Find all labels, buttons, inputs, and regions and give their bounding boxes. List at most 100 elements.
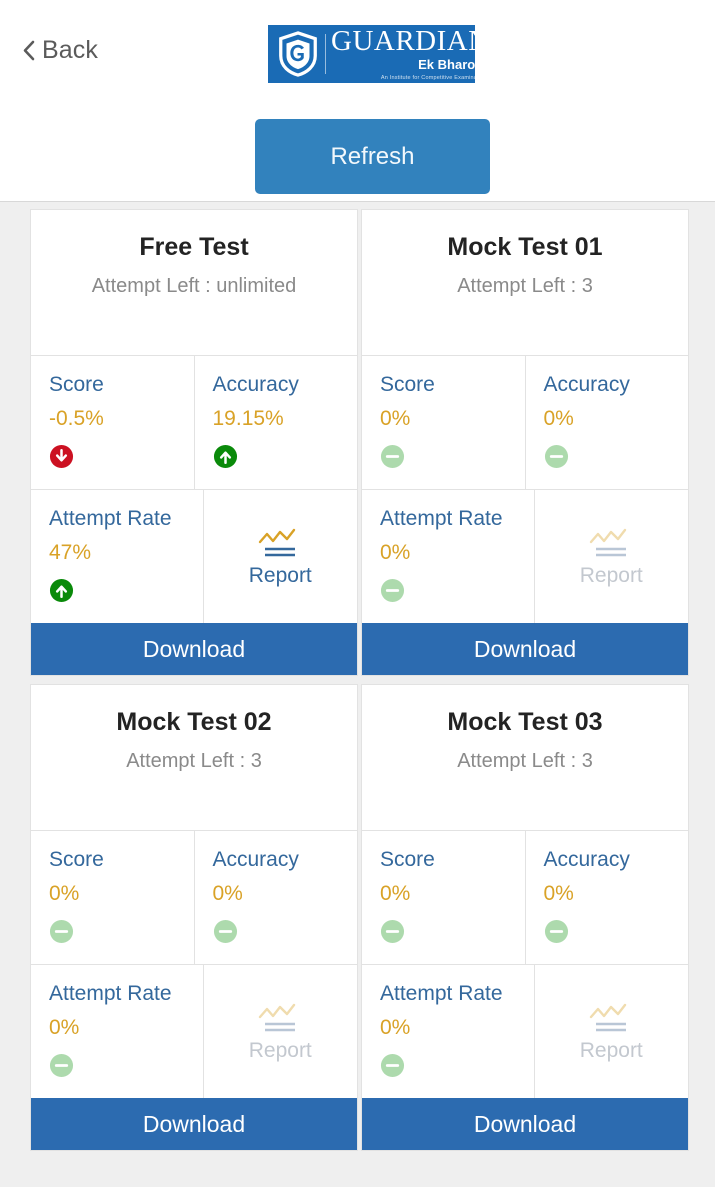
score-label: Score bbox=[380, 373, 435, 396]
card-header: Free Test Attempt Left : unlimited bbox=[31, 210, 357, 356]
accuracy-value: 0% bbox=[543, 881, 574, 905]
metrics-row-bottom: Attempt Rate 0% Report bbox=[362, 490, 688, 623]
card-row: Free Test Attempt Left : unlimited Score… bbox=[30, 209, 689, 676]
score-value: 0% bbox=[380, 881, 411, 905]
test-card: Mock Test 01 Attempt Left : 3 Score 0% A… bbox=[361, 209, 689, 676]
metrics-row-top: Score 0% Accuracy 0% bbox=[362, 356, 688, 490]
report-chart-icon bbox=[590, 1003, 627, 1031]
accuracy-cell: Accuracy 0% bbox=[193, 831, 358, 964]
score-value: -0.5% bbox=[49, 406, 104, 430]
test-dashboard-screen: Back GUARDIAN Ek Bharosa An Institute fo… bbox=[0, 0, 715, 1187]
card-attempts-left: Attempt Left : 3 bbox=[457, 275, 593, 297]
score-label: Score bbox=[380, 848, 435, 871]
trend-neutral-icon bbox=[380, 920, 405, 944]
test-card: Mock Test 02 Attempt Left : 3 Score 0% A… bbox=[30, 684, 358, 1151]
accuracy-label: Accuracy bbox=[212, 373, 299, 396]
score-cell: Score -0.5% bbox=[31, 356, 194, 489]
guardian-logo: GUARDIAN Ek Bharosa An Institute for Com… bbox=[268, 25, 475, 83]
report-button-disabled: Report bbox=[533, 965, 689, 1098]
accuracy-value: 0% bbox=[212, 881, 243, 905]
metrics-row-bottom: Attempt Rate 0% Report bbox=[31, 965, 357, 1098]
card-title: Mock Test 01 bbox=[447, 233, 603, 261]
logo-text-block: GUARDIAN Ek Bharosa An Institute for Com… bbox=[331, 25, 475, 82]
card-header: Mock Test 02 Attempt Left : 3 bbox=[31, 685, 357, 831]
back-label: Back bbox=[42, 36, 98, 64]
trend-neutral-icon bbox=[380, 445, 405, 469]
report-label: Report bbox=[248, 563, 312, 587]
report-chart-icon bbox=[590, 528, 627, 556]
report-chart-icon bbox=[259, 528, 296, 556]
metrics-row-top: Score 0% Accuracy 0% bbox=[31, 831, 357, 965]
accuracy-cell: Accuracy 0% bbox=[524, 831, 689, 964]
attempt-rate-label: Attempt Rate bbox=[380, 507, 503, 530]
trend-up-icon bbox=[213, 445, 237, 469]
card-title: Free Test bbox=[139, 233, 249, 261]
accuracy-value: 0% bbox=[543, 406, 574, 430]
logo-main-text: GUARDIAN bbox=[331, 25, 475, 57]
download-button[interactable]: Download bbox=[362, 623, 688, 675]
score-cell: Score 0% bbox=[31, 831, 194, 964]
trend-neutral-icon bbox=[49, 920, 74, 944]
metrics-row-top: Score -0.5% Accuracy 19.15% bbox=[31, 356, 357, 490]
score-cell: Score 0% bbox=[362, 356, 525, 489]
accuracy-cell: Accuracy 19.15% bbox=[193, 356, 358, 489]
attempt-rate-cell: Attempt Rate 47% bbox=[31, 490, 203, 623]
score-label: Score bbox=[49, 373, 104, 396]
attempt-rate-label: Attempt Rate bbox=[380, 982, 503, 1005]
app-header: Back GUARDIAN Ek Bharosa An Institute fo… bbox=[0, 0, 715, 202]
trend-up-icon bbox=[49, 579, 74, 603]
report-label: Report bbox=[579, 563, 643, 587]
attempt-rate-value: 47% bbox=[49, 540, 92, 564]
test-card: Mock Test 03 Attempt Left : 3 Score 0% A… bbox=[361, 684, 689, 1151]
card-header: Mock Test 01 Attempt Left : 3 bbox=[362, 210, 688, 356]
refresh-button[interactable]: Refresh bbox=[255, 119, 490, 194]
trend-neutral-icon bbox=[544, 445, 568, 469]
trend-neutral-icon bbox=[380, 1054, 405, 1078]
attempt-rate-cell: Attempt Rate 0% bbox=[362, 490, 534, 623]
trend-neutral-icon bbox=[544, 920, 568, 944]
accuracy-label: Accuracy bbox=[543, 848, 630, 871]
metrics-row-bottom: Attempt Rate 0% Report bbox=[362, 965, 688, 1098]
score-label: Score bbox=[49, 848, 104, 871]
report-button[interactable]: Report bbox=[202, 490, 358, 623]
chevron-left-icon bbox=[23, 40, 35, 61]
attempt-rate-value: 0% bbox=[380, 540, 411, 564]
accuracy-label: Accuracy bbox=[212, 848, 299, 871]
report-label: Report bbox=[248, 1038, 312, 1062]
download-button[interactable]: Download bbox=[362, 1098, 688, 1150]
trend-neutral-icon bbox=[380, 579, 405, 603]
score-value: 0% bbox=[49, 881, 80, 905]
test-card: Free Test Attempt Left : unlimited Score… bbox=[30, 209, 358, 676]
score-cell: Score 0% bbox=[362, 831, 525, 964]
card-title: Mock Test 03 bbox=[447, 708, 603, 736]
attempt-rate-label: Attempt Rate bbox=[49, 507, 172, 530]
trend-neutral-icon bbox=[49, 1054, 74, 1078]
download-button[interactable]: Download bbox=[31, 623, 357, 675]
back-button[interactable]: Back bbox=[22, 36, 98, 65]
report-button-disabled: Report bbox=[202, 965, 358, 1098]
metrics-row-bottom: Attempt Rate 47% Report bbox=[31, 490, 357, 623]
accuracy-label: Accuracy bbox=[543, 373, 630, 396]
card-attempts-left: Attempt Left : 3 bbox=[126, 750, 262, 772]
trend-down-icon bbox=[49, 445, 74, 469]
report-button-disabled: Report bbox=[533, 490, 689, 623]
card-row: Mock Test 02 Attempt Left : 3 Score 0% A… bbox=[30, 684, 689, 1151]
attempt-rate-label: Attempt Rate bbox=[49, 982, 172, 1005]
attempt-rate-value: 0% bbox=[380, 1015, 411, 1039]
card-header: Mock Test 03 Attempt Left : 3 bbox=[362, 685, 688, 831]
logo-sub-text: Ek Bharosa bbox=[418, 56, 475, 72]
logo-divider bbox=[325, 34, 326, 74]
attempt-rate-cell: Attempt Rate 0% bbox=[31, 965, 203, 1098]
accuracy-value: 19.15% bbox=[212, 406, 284, 430]
score-value: 0% bbox=[380, 406, 411, 430]
card-title: Mock Test 02 bbox=[116, 708, 272, 736]
attempt-rate-value: 0% bbox=[49, 1015, 80, 1039]
attempt-rate-cell: Attempt Rate 0% bbox=[362, 965, 534, 1098]
shield-g-logo-icon bbox=[273, 29, 323, 79]
report-label: Report bbox=[579, 1038, 643, 1062]
download-button[interactable]: Download bbox=[31, 1098, 357, 1150]
test-card-grid: Free Test Attempt Left : unlimited Score… bbox=[0, 202, 715, 1187]
card-attempts-left: Attempt Left : unlimited bbox=[91, 275, 297, 297]
card-attempts-left: Attempt Left : 3 bbox=[457, 750, 593, 772]
report-chart-icon bbox=[259, 1003, 296, 1031]
